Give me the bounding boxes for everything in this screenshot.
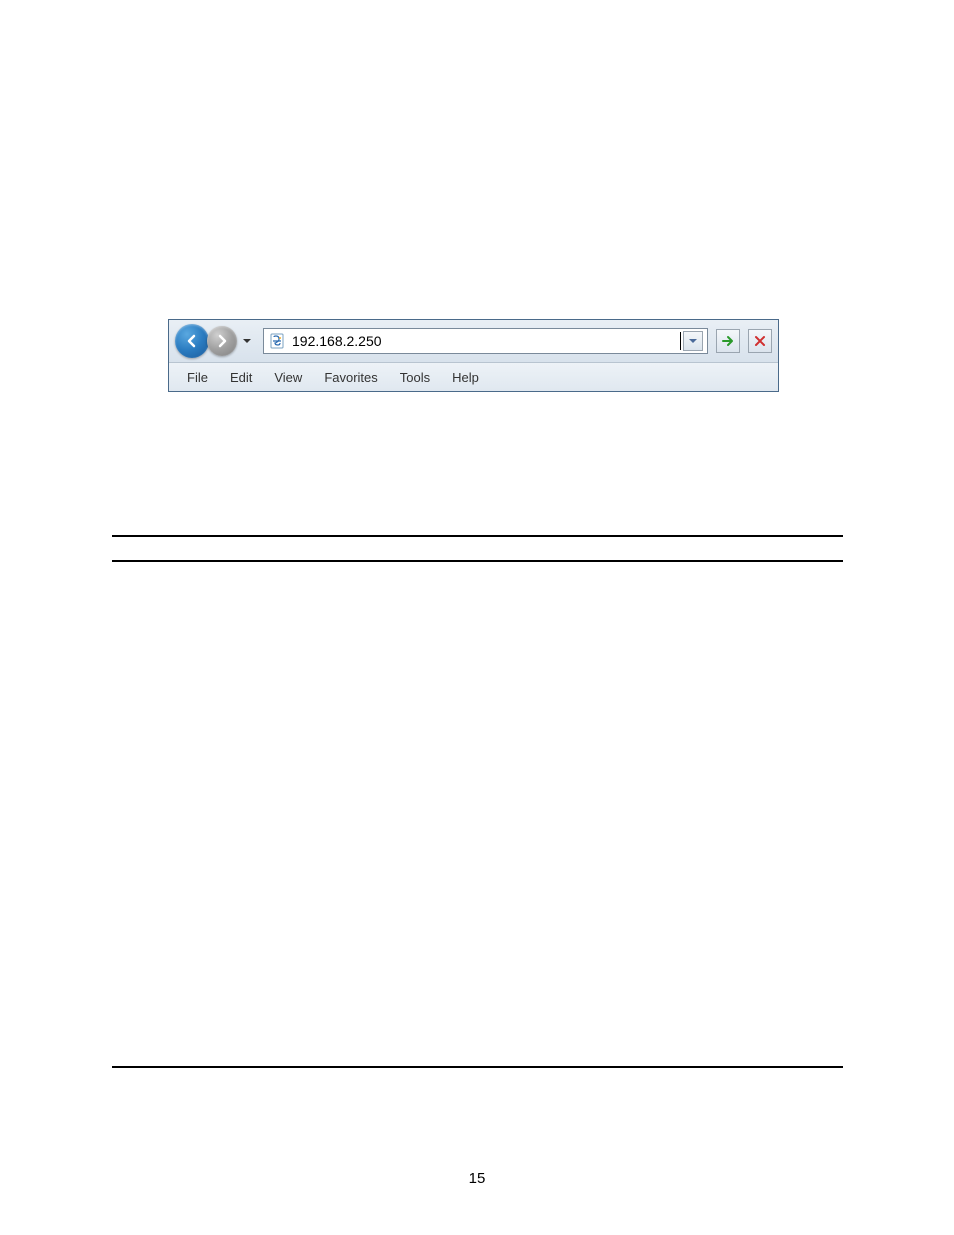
- nav-buttons: [175, 324, 255, 358]
- ie-page-icon: [268, 332, 286, 350]
- forward-button[interactable]: [207, 326, 237, 356]
- divider: [112, 1066, 843, 1068]
- page-number: 15: [0, 1170, 954, 1187]
- browser-window: 192.168.2.250 File Edit View Favorites T…: [168, 319, 779, 392]
- arrow-right-icon: [721, 334, 735, 348]
- menu-edit[interactable]: Edit: [220, 367, 262, 388]
- arrow-left-icon: [184, 333, 200, 349]
- address-input[interactable]: 192.168.2.250: [292, 332, 681, 350]
- address-history-dropdown[interactable]: [683, 331, 703, 351]
- back-button[interactable]: [175, 324, 209, 358]
- go-button[interactable]: [716, 329, 740, 353]
- address-bar[interactable]: 192.168.2.250: [263, 328, 708, 354]
- menu-view[interactable]: View: [264, 367, 312, 388]
- recent-pages-dropdown[interactable]: [239, 324, 255, 358]
- divider: [112, 560, 843, 562]
- chevron-down-icon: [242, 338, 252, 344]
- close-icon: [754, 335, 766, 347]
- nav-toolbar: 192.168.2.250: [169, 320, 778, 363]
- menu-bar: File Edit View Favorites Tools Help: [169, 363, 778, 391]
- menu-favorites[interactable]: Favorites: [314, 367, 387, 388]
- menu-help[interactable]: Help: [442, 367, 489, 388]
- menu-file[interactable]: File: [177, 367, 218, 388]
- menu-tools[interactable]: Tools: [390, 367, 440, 388]
- chevron-down-icon: [688, 338, 698, 344]
- stop-button[interactable]: [748, 329, 772, 353]
- arrow-right-icon: [214, 333, 230, 349]
- divider: [112, 535, 843, 537]
